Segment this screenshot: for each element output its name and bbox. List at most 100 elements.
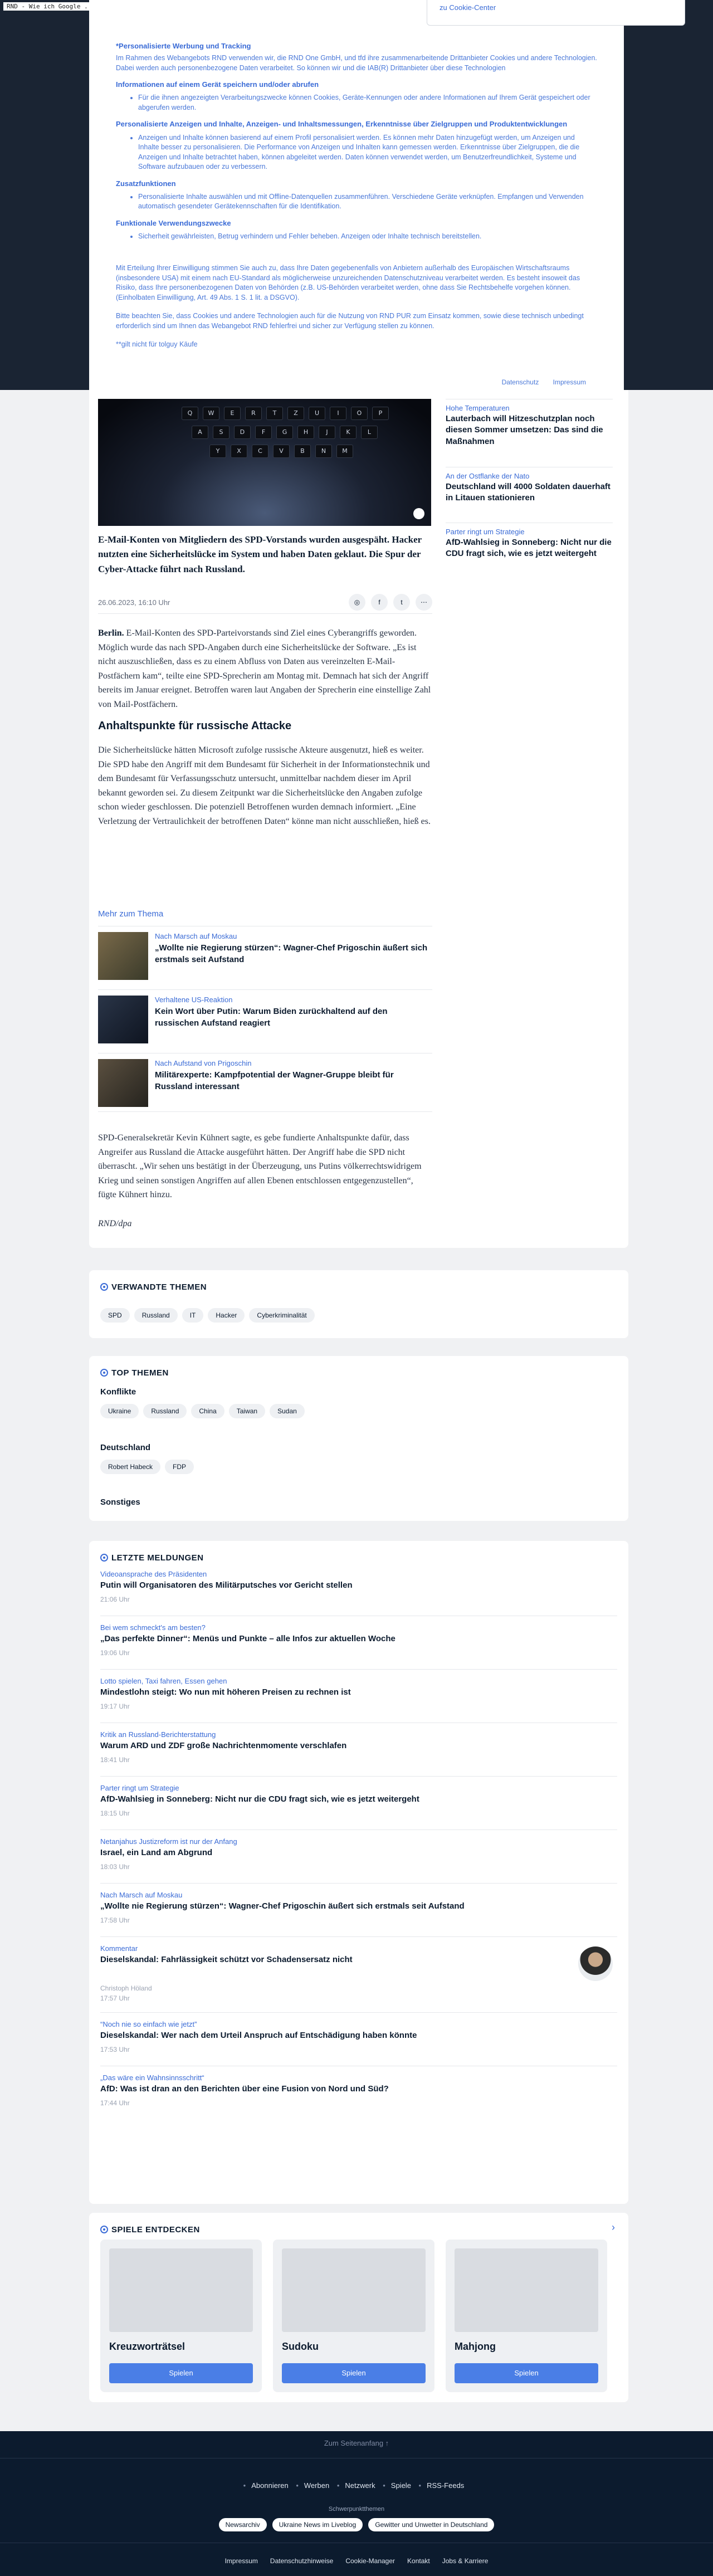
news-time: 18:15 Uhr — [100, 1809, 130, 1817]
footer-nav-link[interactable]: Werben — [304, 2481, 329, 2490]
footer-nav-link[interactable]: Abonnieren — [251, 2481, 289, 2490]
games-next-icon[interactable]: › — [612, 2222, 615, 2233]
keyboard-key: M — [336, 445, 353, 458]
news-title[interactable]: Dieselskandal: Wer nach dem Urteil Anspr… — [100, 2031, 602, 2040]
consent-notice: Bitte beachten Sie, dass Cookies und and… — [116, 312, 584, 330]
focus-topic-chip[interactable]: Newsarchiv — [218, 2518, 267, 2531]
consent-footer-links: Datenschutz Impressum — [490, 378, 586, 387]
news-title[interactable]: Dieselskandal: Fahrlässigkeit schützt vo… — [100, 1955, 602, 1964]
facebook-share-icon[interactable]: f — [371, 594, 388, 611]
section-dot-icon — [100, 1369, 108, 1377]
topic-tag[interactable]: Hacker — [208, 1308, 245, 1323]
game-card[interactable]: Sudoku Spielen — [273, 2240, 434, 2392]
news-title[interactable]: „Wollte nie Regierung stürzen“: Wagner-C… — [100, 1901, 602, 1911]
topic-tag[interactable]: Cyberkriminalität — [249, 1308, 315, 1323]
footer-nav-link[interactable]: Netzwerk — [345, 2481, 375, 2490]
footer-legal-link[interactable]: Impressum — [225, 2557, 258, 2565]
keyboard-key: Y — [209, 445, 226, 458]
theme-tag[interactable]: Sudan — [270, 1404, 305, 1418]
teaser-title[interactable]: „Wollte nie Regierung stürzen“: Wagner-C… — [155, 942, 428, 965]
footer-nav-link[interactable]: Spiele — [391, 2481, 411, 2490]
teaser-title[interactable]: Kein Wort über Putin: Warum Biden zurück… — [155, 1006, 428, 1029]
news-title[interactable]: Warum ARD und ZDF große Nachrichtenmomen… — [100, 1741, 602, 1750]
news-item[interactable]: Bei wem schmeckt's am besten? „Das perfek… — [100, 1623, 602, 1657]
theme-tag[interactable]: FDP — [165, 1460, 194, 1474]
topic-tag[interactable]: IT — [182, 1308, 204, 1323]
news-title[interactable]: Putin will Organisatoren des Militärputs… — [100, 1580, 602, 1590]
news-item[interactable]: Netanjahus Justizreform ist nur der Anfa… — [100, 1837, 602, 1871]
consent-notice: Mit Erteilung Ihrer Einwilligung stimmen… — [116, 264, 580, 301]
related-teaser[interactable]: Nach Marsch auf Moskau „Wollte nie Regie… — [98, 926, 432, 985]
sidebar-title[interactable]: Lauterbach will Hitzeschutzplan noch die… — [446, 413, 613, 447]
cookie-center-button[interactable]: zu Cookie-Center — [427, 0, 685, 26]
news-title[interactable]: „Das perfekte Dinner“: Menüs und Punkte … — [100, 1634, 602, 1643]
topic-tag[interactable]: SPD — [100, 1308, 130, 1323]
sidebar-item[interactable]: Hohe Temperaturen Lauterbach will Hitzes… — [446, 399, 613, 447]
games-heading: SPIELE ENTDECKEN — [100, 2225, 200, 2235]
theme-tag[interactable]: Robert Habeck — [100, 1460, 161, 1474]
news-item[interactable]: „Das wäre ein Wahnsinnsschritt“ AfD: Was … — [100, 2074, 602, 2107]
theme-tag[interactable]: Ukraine — [100, 1404, 139, 1418]
news-item[interactable]: “Noch nie so einfach wie jetzt” Dieselska… — [100, 2020, 602, 2053]
footer-legal-link[interactable]: Jobs & Karriere — [442, 2557, 489, 2565]
privacy-link[interactable]: Datenschutz — [502, 378, 539, 386]
whatsapp-share-icon[interactable]: ◎ — [349, 594, 365, 611]
section-dot-icon — [100, 1554, 108, 1562]
news-item[interactable]: Parter ringt um Strategie AfD-Wahlsieg in… — [100, 1784, 602, 1817]
news-item[interactable]: Nach Marsch auf Moskau „Wollte nie Regier… — [100, 1891, 602, 1924]
image-info-icon[interactable] — [413, 508, 424, 519]
play-button[interactable]: Spielen — [455, 2363, 598, 2383]
section-dot-icon — [100, 1283, 108, 1291]
theme-tag[interactable]: Taiwan — [228, 1404, 266, 1418]
sidebar-title[interactable]: Deutschland will 4000 Soldaten dauerhaft… — [446, 481, 613, 504]
back-to-top-link[interactable]: Zum Seitenanfang ↑ — [0, 2439, 713, 2447]
news-item[interactable]: Videoansprache des Präsidenten Putin will… — [100, 1570, 602, 1603]
news-kicker: Videoansprache des Präsidenten — [100, 1570, 207, 1578]
sidebar-item[interactable]: An der Ostflanke der Nato Deutschland wi… — [446, 467, 613, 504]
news-item[interactable]: Lotto spielen, Taxi fahren, Essen gehen M… — [100, 1677, 602, 1710]
news-divider — [100, 1829, 617, 1830]
play-button[interactable]: Spielen — [282, 2363, 426, 2383]
footer-legal-link[interactable]: Kontakt — [407, 2557, 430, 2565]
imprint-link[interactable]: Impressum — [553, 378, 586, 386]
related-teaser[interactable]: Verhaltene US-Reaktion Kein Wort über Pu… — [98, 989, 432, 1048]
section-dot-icon — [100, 2226, 108, 2233]
theme-tag[interactable]: China — [191, 1404, 224, 1418]
article-hero-image: QWERTZUIOP ASDFGHJKL YXCVBNM — [98, 397, 431, 526]
teaser-title[interactable]: Militärexperte: Kampfpotential der Wagne… — [155, 1069, 428, 1092]
twitter-share-icon[interactable]: t — [393, 594, 410, 611]
more-on-topic-label: Mehr zum Thema — [98, 909, 164, 919]
teaser-kicker: Verhaltene US-Reaktion — [155, 996, 233, 1004]
sidebar-item[interactable]: Parter ringt um Strategie AfD-Wahlsieg i… — [446, 523, 613, 560]
sidebar-title[interactable]: AfD-Wahlsieg in Sonneberg: Nicht nur die… — [446, 537, 613, 560]
news-title[interactable]: AfD: Was ist dran an den Berichten über … — [100, 2084, 602, 2094]
game-card[interactable]: Mahjong Spielen — [446, 2240, 607, 2392]
theme-tag[interactable]: Russland — [143, 1404, 187, 1418]
news-title[interactable]: AfD-Wahlsieg in Sonneberg: Nicht nur die… — [100, 1794, 602, 1804]
news-author: Christoph Höland — [100, 1984, 152, 1992]
focus-topic-chip[interactable]: Gewitter und Unwetter in Deutschland — [368, 2518, 495, 2531]
play-button[interactable]: Spielen — [109, 2363, 253, 2383]
keyboard-key: E — [224, 407, 241, 420]
news-title[interactable]: Mindestlohn steigt: Wo nun mit höheren P… — [100, 1687, 602, 1697]
news-kicker: Lotto spielen, Taxi fahren, Essen gehen — [100, 1677, 227, 1685]
news-item[interactable]: Kritik an Russland-Berichterstattung Waru… — [100, 1730, 602, 1764]
footer-legal-link[interactable]: Datenschutzhinweise — [270, 2557, 333, 2565]
footer-legal-link[interactable]: Cookie-Manager — [345, 2557, 395, 2565]
news-title[interactable]: Israel, ein Land am Abgrund — [100, 1848, 602, 1857]
site-footer: Zum Seitenanfang ↑ • Abonnieren • Werben •… — [0, 2431, 713, 2576]
news-kicker: Netanjahus Justizreform ist nur der Anfa… — [100, 1837, 237, 1846]
consent-section-item: Anzeigen und Inhalte können basierend au… — [138, 133, 597, 172]
focus-topic-chip[interactable]: Ukraine News im Liveblog — [272, 2518, 363, 2531]
game-card[interactable]: Kreuzworträtsel Spielen — [100, 2240, 262, 2392]
article-paragraph: SPD-Generalsekretär Kevin Kühnert sagte,… — [98, 1133, 422, 1200]
more-share-icon[interactable]: ⋯ — [416, 594, 432, 611]
topic-tag[interactable]: Russland — [134, 1308, 178, 1323]
related-teaser[interactable]: Nach Aufstand von Prigoschin Militärexpe… — [98, 1053, 432, 1112]
news-kicker: „Das wäre ein Wahnsinnsschritt“ — [100, 2074, 204, 2082]
footer-nav-link[interactable]: RSS-Feeds — [427, 2481, 464, 2490]
theme-group-title: Sonstiges — [100, 1497, 140, 1507]
related-heading-text: VERWANDTE THEMEN — [111, 1282, 207, 1292]
news-item[interactable]: Kommentar Dieselskandal: Fahrlässigkeit s… — [100, 1944, 602, 2002]
share-bar: ◎ f t ⋯ — [349, 594, 432, 611]
